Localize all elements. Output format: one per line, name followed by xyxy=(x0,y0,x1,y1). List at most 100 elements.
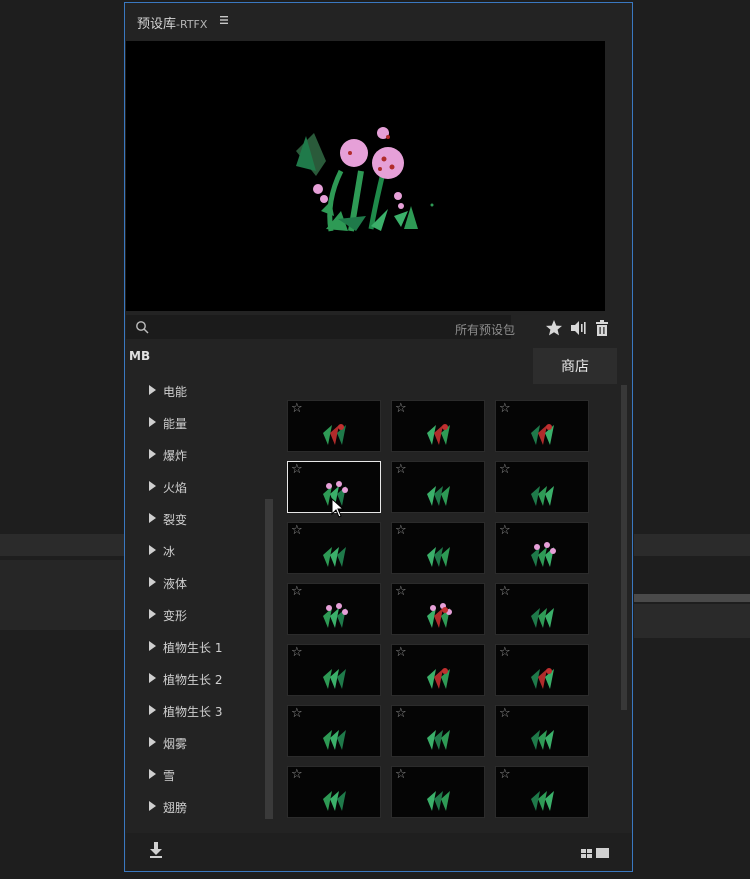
category-item[interactable]: 液体 xyxy=(125,573,265,595)
preset-thumbnail-art xyxy=(427,603,452,628)
download-icon[interactable] xyxy=(148,841,164,859)
preset-thumbnail[interactable]: ☆ xyxy=(391,583,485,635)
category-item[interactable]: 植物生长 3 xyxy=(125,701,265,723)
preset-thumbnail-art xyxy=(323,547,346,567)
category-label: 裂变 xyxy=(163,513,188,527)
category-scrollbar[interactable] xyxy=(265,499,273,819)
preset-thumbnail-art xyxy=(427,730,450,750)
category-label: 爆炸 xyxy=(163,449,188,463)
panel-title: 预设库-RTFX xyxy=(137,13,207,32)
expand-triangle-icon[interactable] xyxy=(149,513,156,523)
category-item[interactable]: 冰 xyxy=(125,541,265,563)
preset-preview xyxy=(126,41,605,311)
preset-thumbnail-art xyxy=(323,603,348,628)
expand-triangle-icon[interactable] xyxy=(149,641,156,651)
category-item[interactable]: 植物生长 2 xyxy=(125,669,265,691)
preset-thumbnail[interactable]: ☆ xyxy=(495,705,589,757)
category-item[interactable]: 火焰 xyxy=(125,477,265,499)
preset-pack-label[interactable]: MB xyxy=(129,349,150,363)
host-toolbar-left xyxy=(0,534,124,556)
grid-view-icon[interactable] xyxy=(581,849,593,859)
category-label: 液体 xyxy=(163,577,188,591)
expand-triangle-icon[interactable] xyxy=(149,609,156,619)
preset-thumbnail[interactable]: ☆ xyxy=(391,705,485,757)
category-label: 植物生长 1 xyxy=(163,641,223,655)
category-label: 翅膀 xyxy=(163,801,188,815)
preset-thumbnail[interactable]: ☆ xyxy=(287,583,381,635)
preset-thumbnail[interactable]: ☆ xyxy=(287,400,381,452)
category-label: 雪 xyxy=(163,769,176,783)
preset-thumbnail[interactable]: ☆ xyxy=(495,644,589,696)
preset-thumbnail-art xyxy=(427,791,450,811)
expand-triangle-icon[interactable] xyxy=(149,417,156,427)
search-icon xyxy=(136,321,149,334)
preset-grid-scrollbar[interactable] xyxy=(621,385,627,710)
trash-icon[interactable] xyxy=(593,319,611,337)
speaker-icon[interactable] xyxy=(569,319,587,337)
category-item[interactable]: 变形 xyxy=(125,605,265,627)
preset-thumbnail-art xyxy=(427,424,450,445)
preset-thumbnail[interactable]: ☆ xyxy=(287,522,381,574)
panel-title-suffix: -RTFX xyxy=(176,18,208,31)
category-item[interactable]: 翅膀 xyxy=(125,797,265,819)
expand-triangle-icon[interactable] xyxy=(149,769,156,779)
search-input[interactable] xyxy=(126,315,511,339)
expand-triangle-icon[interactable] xyxy=(149,577,156,587)
preset-thumbnail[interactable]: ☆ xyxy=(287,766,381,818)
expand-triangle-icon[interactable] xyxy=(149,481,156,491)
preset-thumbnail-art xyxy=(531,668,554,689)
mouse-cursor-icon xyxy=(331,498,345,518)
preset-library-panel: 预设库-RTFX 所有预设包 MB 商店 电能 能量 爆炸 火焰 裂变 冰 液体… xyxy=(124,2,633,872)
preset-thumbnail[interactable]: ☆ xyxy=(495,583,589,635)
preset-thumbnail[interactable]: ☆ xyxy=(495,461,589,513)
expand-triangle-icon[interactable] xyxy=(149,737,156,747)
category-label: 冰 xyxy=(163,545,176,559)
star-icon[interactable] xyxy=(545,319,563,337)
preset-thumbnail[interactable]: ☆ xyxy=(495,522,589,574)
category-label: 植物生长 2 xyxy=(163,673,223,687)
expand-triangle-icon[interactable] xyxy=(149,673,156,683)
preset-thumbnail-art xyxy=(531,730,554,750)
store-button[interactable]: 商店 xyxy=(533,348,617,384)
preset-thumbnail[interactable]: ☆ xyxy=(391,400,485,452)
category-item[interactable]: 植物生长 1 xyxy=(125,637,265,659)
preset-thumbnail-art xyxy=(323,669,346,689)
expand-triangle-icon[interactable] xyxy=(149,385,156,395)
large-view-icon[interactable] xyxy=(596,848,610,859)
preset-thumbnail[interactable]: ☆ xyxy=(287,705,381,757)
preset-thumbnail-art xyxy=(323,424,346,445)
host-timeline-right xyxy=(634,594,750,602)
category-item[interactable]: 裂变 xyxy=(125,509,265,531)
preset-scope-dropdown[interactable]: 所有预设包 xyxy=(455,321,515,338)
preset-thumbnail[interactable]: ☆ xyxy=(391,766,485,818)
category-item[interactable]: 能量 xyxy=(125,413,265,435)
preset-thumbnail[interactable]: ☆ xyxy=(391,461,485,513)
expand-triangle-icon[interactable] xyxy=(149,449,156,459)
preview-plant-image xyxy=(296,127,434,232)
category-label: 变形 xyxy=(163,609,188,623)
panel-title-text: 预设库 xyxy=(137,17,177,32)
category-label: 烟雾 xyxy=(163,737,188,751)
host-panel-right xyxy=(634,534,750,556)
panel-bottom-bar xyxy=(126,833,632,871)
preset-thumbnail[interactable]: ☆ xyxy=(391,644,485,696)
expand-triangle-icon[interactable] xyxy=(149,705,156,715)
category-item[interactable]: 电能 xyxy=(125,381,265,403)
category-item[interactable]: 雪 xyxy=(125,765,265,787)
preset-thumbnail[interactable]: ☆ xyxy=(391,522,485,574)
preset-thumbnail[interactable]: ☆ xyxy=(495,766,589,818)
hamburger-icon[interactable] xyxy=(219,15,229,25)
preset-thumbnail-art xyxy=(531,486,554,506)
preset-thumbnail[interactable]: ☆ xyxy=(287,644,381,696)
category-label: 火焰 xyxy=(163,481,188,495)
preset-thumbnail-art xyxy=(427,486,450,506)
expand-triangle-icon[interactable] xyxy=(149,801,156,811)
preset-thumbnail-art xyxy=(427,547,450,567)
category-item[interactable]: 爆炸 xyxy=(125,445,265,467)
preset-thumbnail-art xyxy=(323,791,346,811)
preset-thumbnail[interactable]: ☆ xyxy=(495,400,589,452)
preset-thumbnail-art xyxy=(531,542,556,567)
expand-triangle-icon[interactable] xyxy=(149,545,156,555)
category-item[interactable]: 烟雾 xyxy=(125,733,265,755)
preset-thumbnail-art xyxy=(427,668,450,689)
